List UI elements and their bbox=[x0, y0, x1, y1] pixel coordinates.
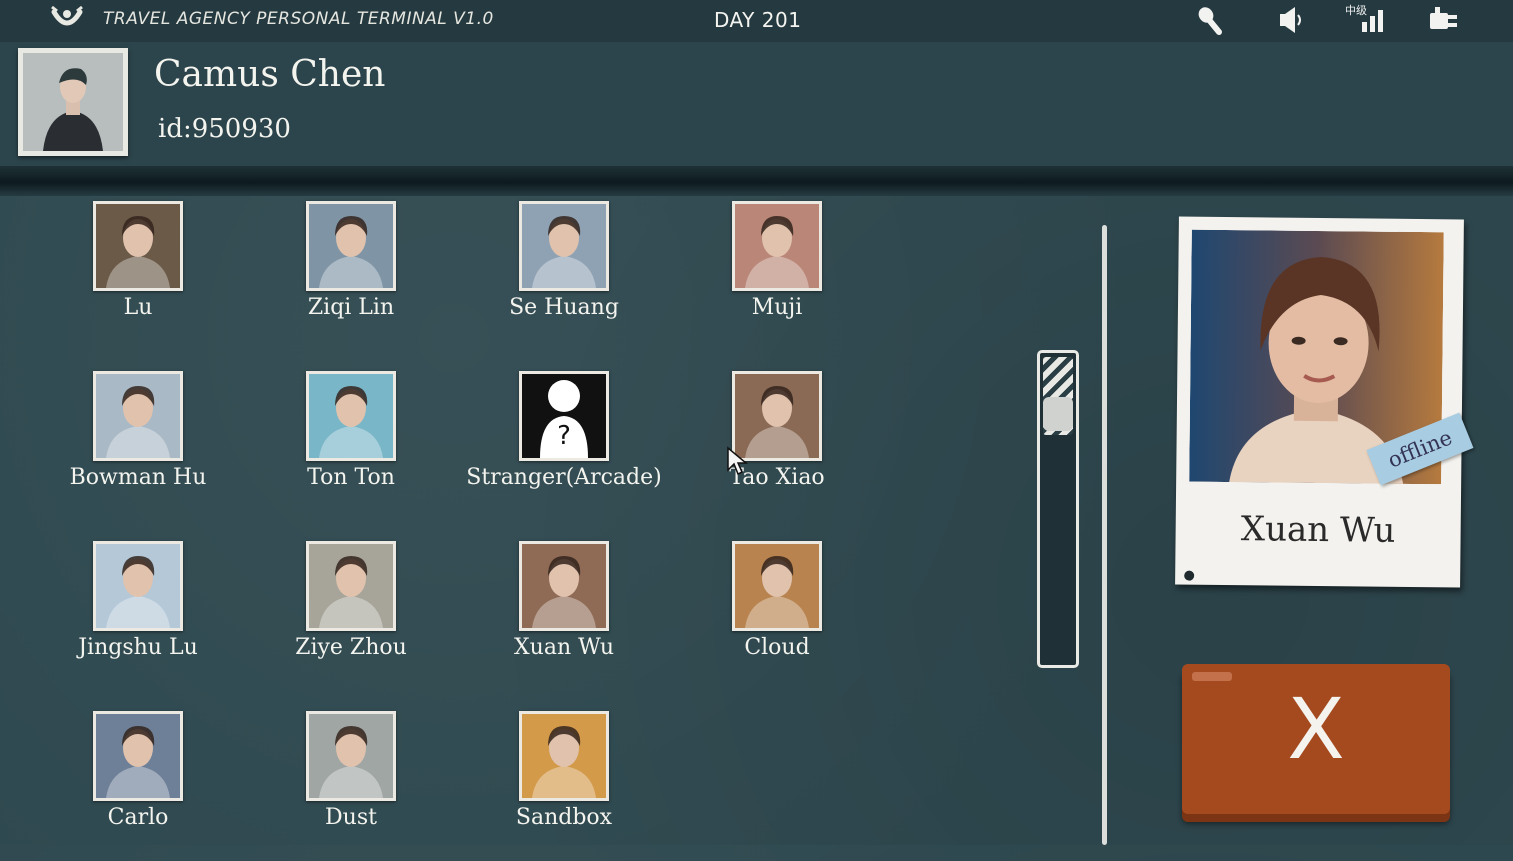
contact-portrait-frame[interactable]: ? bbox=[519, 371, 609, 461]
header-divider bbox=[0, 166, 1513, 196]
user-id: id:950930 bbox=[158, 114, 291, 144]
close-button-label: X bbox=[1287, 680, 1345, 778]
plug-icon[interactable] bbox=[1426, 4, 1462, 36]
contact-item[interactable]: Ton Ton bbox=[229, 371, 441, 521]
contact-portrait-frame[interactable] bbox=[306, 541, 396, 631]
contact-item[interactable]: Ziye Zhou bbox=[229, 541, 441, 691]
scrollbar-knob[interactable] bbox=[1043, 397, 1073, 431]
contact-name: Carlo bbox=[107, 805, 169, 830]
contact-name: Muji bbox=[751, 295, 803, 320]
contact-scrollbar[interactable] bbox=[1037, 350, 1079, 668]
contact-portrait-frame[interactable] bbox=[93, 541, 183, 631]
close-button[interactable]: X bbox=[1182, 664, 1450, 814]
contact-portrait bbox=[96, 544, 180, 628]
contact-item[interactable]: Dust bbox=[229, 711, 441, 861]
contact-item[interactable]: Bowman Hu bbox=[16, 371, 228, 521]
selected-contact-name: Xuan Wu bbox=[1240, 509, 1396, 551]
chalk-divider bbox=[1102, 225, 1107, 845]
contact-name: Tao Xiao bbox=[729, 465, 825, 490]
day-counter: DAY 201 bbox=[714, 8, 802, 32]
selected-contact-card: Xuan Wu bbox=[1175, 216, 1464, 588]
contact-item[interactable]: ? Stranger(Arcade) bbox=[442, 371, 662, 521]
contact-item[interactable]: Ziqi Lin bbox=[229, 201, 441, 351]
contact-portrait-frame[interactable] bbox=[306, 711, 396, 801]
svg-text:?: ? bbox=[557, 421, 571, 451]
terminal-title: TRAVEL AGENCY PERSONAL TERMINAL V1.0 bbox=[103, 9, 494, 29]
contact-portrait bbox=[309, 374, 393, 458]
contact-portrait-frame[interactable] bbox=[519, 711, 609, 801]
contact-name: Stranger(Arcade) bbox=[466, 465, 662, 490]
contact-item[interactable]: Se Huang bbox=[442, 201, 654, 351]
contact-portrait bbox=[522, 204, 606, 288]
pin-dot bbox=[1184, 570, 1195, 581]
microphone-icon[interactable] bbox=[1192, 4, 1228, 36]
contact-name: Cloud bbox=[744, 635, 810, 660]
contact-portrait-frame[interactable] bbox=[93, 201, 183, 291]
contact-portrait: ? bbox=[522, 374, 606, 458]
contact-item[interactable]: Cloud bbox=[655, 541, 867, 691]
contact-name: Bowman Hu bbox=[69, 465, 207, 490]
speaker-icon[interactable] bbox=[1271, 4, 1307, 36]
contact-name: Ton Ton bbox=[307, 465, 395, 490]
contact-portrait-frame[interactable] bbox=[93, 371, 183, 461]
contact-portrait bbox=[735, 544, 819, 628]
contact-item[interactable]: Sandbox bbox=[442, 711, 654, 861]
contact-item[interactable]: Jingshu Lu bbox=[16, 541, 228, 691]
contact-portrait bbox=[735, 204, 819, 288]
contact-portrait bbox=[522, 714, 606, 798]
contact-item[interactable]: Tao Xiao bbox=[655, 371, 867, 521]
contact-portrait-frame[interactable] bbox=[306, 201, 396, 291]
contact-portrait-frame[interactable] bbox=[306, 371, 396, 461]
contact-portrait-frame[interactable] bbox=[732, 201, 822, 291]
contact-name: Xuan Wu bbox=[514, 635, 614, 660]
contact-portrait bbox=[96, 204, 180, 288]
contact-portrait-frame[interactable] bbox=[93, 711, 183, 801]
contact-name: Lu bbox=[123, 295, 153, 320]
contact-portrait bbox=[522, 544, 606, 628]
user-avatar-image bbox=[23, 53, 123, 151]
contact-item[interactable]: Carlo bbox=[16, 711, 228, 861]
user-avatar bbox=[18, 48, 128, 156]
contact-item[interactable]: Muji bbox=[655, 201, 867, 351]
signal-icon[interactable] bbox=[1352, 4, 1388, 36]
mouse-cursor-icon bbox=[727, 446, 748, 476]
contact-name: Ziqi Lin bbox=[307, 295, 395, 320]
contact-portrait-frame[interactable] bbox=[732, 541, 822, 631]
contact-portrait bbox=[309, 544, 393, 628]
contact-name: Jingshu Lu bbox=[78, 635, 198, 660]
user-name: Camus Chen bbox=[154, 54, 386, 95]
logo-icon bbox=[51, 5, 83, 26]
contact-name: Sandbox bbox=[515, 805, 613, 830]
contact-portrait bbox=[96, 714, 180, 798]
contact-name: Ziye Zhou bbox=[295, 635, 407, 660]
contact-portrait bbox=[309, 204, 393, 288]
contact-name: Se Huang bbox=[509, 295, 619, 320]
contact-portrait-frame[interactable] bbox=[519, 201, 609, 291]
contact-portrait-frame[interactable] bbox=[519, 541, 609, 631]
contact-name: Dust bbox=[325, 805, 377, 830]
contact-portrait bbox=[96, 374, 180, 458]
top-bar: TRAVEL AGENCY PERSONAL TERMINAL V1.0 DAY… bbox=[0, 0, 1513, 42]
contact-portrait bbox=[309, 714, 393, 798]
contact-item[interactable]: Xuan Wu bbox=[442, 541, 654, 691]
contact-item[interactable]: Lu bbox=[16, 201, 228, 351]
